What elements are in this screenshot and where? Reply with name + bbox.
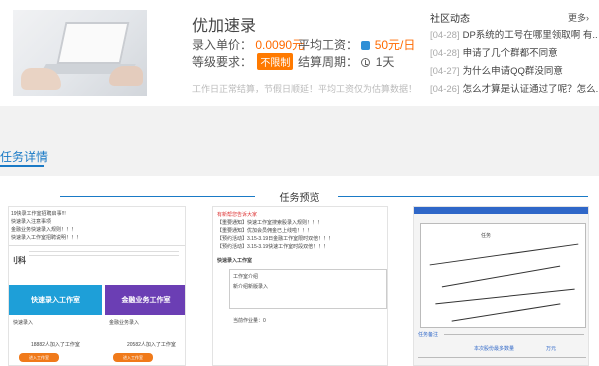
card2-footer: 当前作业量：0 (233, 318, 266, 324)
card2-head: 有新帮您告诉大家 (217, 212, 258, 218)
level-badge: 不限制 (257, 53, 294, 70)
card3-title-bar (414, 207, 588, 214)
settlement-note: 工作日正常结算，节假日顺延！平均工资仅为估算数据！ (192, 84, 418, 94)
avg-wage-row: 平均工资： 50元/日 (298, 36, 415, 53)
community-item[interactable]: [04-27] 为什么申请QQ群没同意 (430, 65, 598, 79)
card1-count: 18882人加入了工作室 (31, 342, 80, 348)
community-item-text: 申请了几个群都不同意 (462, 48, 558, 59)
community-panel: 社区动态 更多› [04-28] DP系统的工号在哪里领取啊 有... [04-2… (430, 10, 598, 97)
unit-price-value: 0.0090元 (255, 38, 305, 52)
card1-line: 快速录入工作室招聘说明！！！ (11, 235, 82, 241)
preview-title: 任务预览 (279, 193, 320, 204)
card1-line: 金融业务快速录入规则！！！ (11, 227, 77, 233)
preview-header: 任务预览 (0, 189, 599, 204)
task-header: 优加速录 录入单价： 0.0090元 平均工资： 50元/日 等级要求： 不限制… (0, 0, 599, 106)
tab-task-details[interactable]: 任务详情 (0, 148, 48, 165)
tab-active-underline (0, 165, 44, 167)
community-item[interactable]: [04-28] 申请了几个群都不同意 (430, 47, 598, 61)
community-item-date: [04-27] (430, 66, 460, 77)
card1-rule (9, 245, 185, 246)
clock-icon (361, 58, 371, 67)
section-divider (0, 106, 599, 176)
card3-field: 万元 (546, 346, 557, 352)
card3-rule (418, 357, 586, 358)
card2-notice: 【预约活动】3.15-3.19快速工作室时段双倍！！！ (217, 244, 329, 250)
preview-card-2[interactable]: 有新帮您告诉大家 【重要通知】快速工作室搜索股录入规则！！！ 【重要通知】优加会… (212, 206, 388, 366)
settle-label: 结算周期： (298, 55, 359, 69)
settle-row: 结算周期： 1天 (298, 53, 394, 70)
community-item-text: 为什么申请QQ群没同意 (462, 66, 563, 77)
community-more-link[interactable]: 更多› (568, 11, 589, 24)
card3-label: 任务 (481, 233, 492, 239)
enter-studio-button: 进入工作室 (113, 353, 153, 362)
preview-divider-right (338, 196, 588, 197)
task-title: 优加速录 (192, 18, 257, 35)
community-item-text: 怎么才算是认证通过了呢？怎么... (462, 84, 598, 95)
card3-rule (444, 334, 584, 335)
community-item-date: [04-28] (430, 48, 460, 59)
card1-rule (29, 251, 179, 252)
preview-card-1[interactable]: 19快录工作室招聘启事!!! 快速录入注意事项 金融业务快速录入规则！！！ 快速… (8, 206, 186, 366)
chevron-right-icon: › (586, 13, 589, 23)
card1-line: 快速录入注意事项 (11, 219, 52, 225)
community-item-text: DP系统的工号在哪里领取啊 有... (462, 30, 598, 41)
community-item[interactable]: [04-28] DP系统的工号在哪里领取啊 有... (430, 29, 598, 43)
card1-line: 19快录工作室招聘启事!!! (11, 211, 66, 217)
card1-sub: 快速录入 (13, 320, 34, 326)
card2-memo-title: 工作室介绍 (233, 274, 259, 280)
card2-notice: 【重要通知】优加会员佣金已上线啦！！！ (217, 228, 313, 234)
enter-studio-button: 进入工作室 (19, 353, 59, 362)
card3-label: 任务备注 (418, 332, 439, 338)
card1-logo: 刂科 (10, 256, 26, 265)
card3-field: 本次股份最多数量 (474, 346, 515, 352)
community-item-date: [04-28] (430, 30, 460, 41)
finance-studio-banner: 金融业务工作室 (105, 285, 185, 315)
avg-wage-value: 50元/日 (374, 38, 416, 52)
task-thumbnail-image (13, 10, 147, 96)
card1-count: 20582人加入了工作室 (127, 342, 176, 348)
community-item[interactable]: [04-26] 怎么才算是认证通过了呢？怎么... (430, 83, 598, 97)
avg-wage-label: 平均工资： (298, 38, 359, 52)
unit-price-row: 录入单价： 0.0090元 (192, 36, 304, 53)
level-row: 等级要求： 不限制 (192, 53, 294, 70)
community-item-date: [04-26] (430, 84, 460, 95)
card3-ticket-image: 任务 (420, 223, 586, 328)
preview-card-3[interactable]: 任务 任务备注 本次股份最多数量 万元 (413, 206, 589, 366)
card2-notice: 【预约活动】3.15-3.19日金融工作室限时双倍！！！ (217, 236, 334, 242)
card2-section: 快速录入工作室 (217, 258, 253, 264)
coin-icon (361, 41, 371, 50)
preview-divider-left (60, 196, 255, 197)
card2-notice: 【重要通知】快速工作室搜索股录入规则！！！ (217, 220, 323, 226)
fast-entry-studio-banner: 快速录入工作室 (9, 285, 102, 315)
unit-price-label: 录入单价： (192, 38, 253, 52)
level-label: 等级要求： (192, 55, 253, 69)
card2-memo-box: 工作室介绍 新介绍新版录入 (229, 269, 387, 309)
settle-value: 1天 (375, 55, 395, 69)
card1-sub: 金融业务录入 (109, 320, 140, 326)
card2-memo-body: 新介绍新版录入 (233, 284, 269, 290)
card1-rule (29, 255, 179, 256)
